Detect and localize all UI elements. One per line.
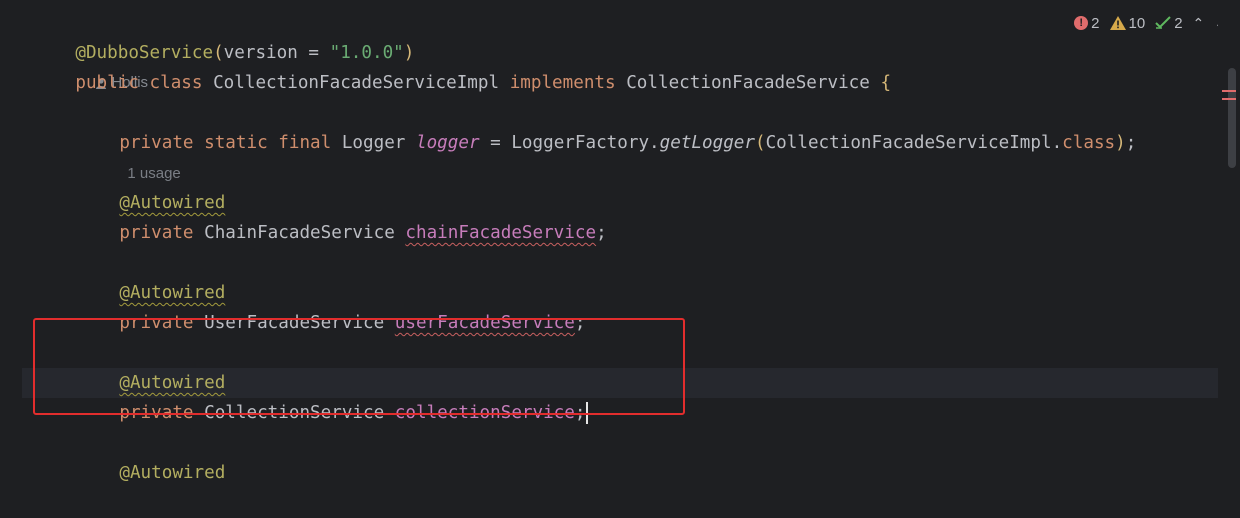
code-line-field-1[interactable]: private ChainFacadeService chainFacadeSe…: [77, 188, 606, 243]
keyword-private: private: [119, 313, 194, 333]
annotation-autowired: @Autowired: [119, 463, 226, 483]
brace-open: {: [880, 73, 892, 93]
paren-close: ): [1115, 133, 1126, 153]
keyword-static: static: [204, 133, 268, 153]
code-line-annotation-2[interactable]: @Autowired: [77, 248, 225, 303]
text-caret: [586, 402, 589, 424]
code-line-2[interactable]: public class CollectionFacadeServiceImpl…: [33, 38, 891, 93]
field-collectionservice: collectionService: [394, 403, 575, 423]
assign-operator: =: [479, 133, 512, 153]
code-line-field-2[interactable]: private UserFacadeService userFacadeServ…: [77, 278, 585, 333]
error-icon: !: [1074, 16, 1089, 30]
code-line-logger[interactable]: private static final Logger logger = Log…: [77, 98, 1136, 182]
field-chainfacadeservice: chainFacadeService: [405, 223, 597, 243]
field-logger: logger: [416, 133, 480, 153]
warnings-indicator[interactable]: 10: [1109, 14, 1146, 32]
method-getlogger: getLogger: [659, 133, 755, 153]
type-logger: Logger: [341, 133, 406, 153]
code-line-1[interactable]: @DubboService(version = "1.0.0") Hollis: [33, 8, 414, 91]
ok-count: 2: [1174, 14, 1183, 32]
keyword-private: private: [119, 403, 194, 423]
field-userfacadeservice: userFacadeService: [394, 313, 575, 333]
editor-gutter[interactable]: [0, 0, 22, 442]
warning-icon: [1109, 16, 1126, 30]
keyword-private: private: [119, 133, 194, 153]
code-line-annotation-1[interactable]: @Autowired: [77, 158, 225, 213]
error-marker[interactable]: [1222, 90, 1236, 92]
paren-open: (: [754, 133, 766, 153]
semicolon: ;: [1125, 133, 1137, 153]
keyword-class: class: [1062, 133, 1116, 153]
chevron-up-icon[interactable]: ⌃: [1193, 15, 1205, 32]
error-marker[interactable]: [1222, 98, 1236, 100]
code-line-field-3[interactable]: private CollectionService collectionServ…: [77, 368, 589, 424]
ok-indicator[interactable]: 2: [1155, 14, 1183, 32]
semicolon: ;: [574, 403, 586, 423]
inspection-widget[interactable]: ! 2 10 2 ⌃ ⌄: [1074, 10, 1226, 36]
keyword-implements: implements: [509, 73, 616, 93]
logger-factory: LoggerFactory.: [511, 133, 660, 153]
code-line-annotation-4[interactable]: @Autowired: [77, 428, 225, 483]
errors-count: 2: [1091, 14, 1100, 32]
code-line-annotation-3[interactable]: @Autowired: [77, 338, 225, 393]
arg-class-ref: CollectionFacadeServiceImpl.: [765, 133, 1063, 153]
keyword-public: public: [75, 73, 139, 93]
warnings-count: 10: [1128, 14, 1146, 32]
code-editor[interactable]: @DubboService(version = "1.0.0") Hollis …: [22, 0, 1240, 483]
vertical-scrollbar[interactable]: [1218, 0, 1240, 442]
type-chainfacadeservice: ChainFacadeService: [204, 223, 395, 243]
semicolon: ;: [574, 313, 586, 333]
check-icon: [1155, 16, 1171, 29]
class-name: CollectionFacadeServiceImpl: [213, 73, 500, 93]
interface-name: CollectionFacadeService: [626, 73, 870, 93]
semicolon: ;: [596, 223, 607, 243]
errors-indicator[interactable]: ! 2: [1074, 14, 1100, 32]
type-collectionservice: CollectionService: [204, 403, 385, 423]
keyword-final: final: [278, 133, 332, 153]
keyword-private: private: [119, 223, 194, 243]
type-userfacadeservice: UserFacadeService: [204, 313, 385, 333]
keyword-class: class: [149, 73, 203, 93]
scrollbar-thumb[interactable]: [1228, 68, 1236, 168]
